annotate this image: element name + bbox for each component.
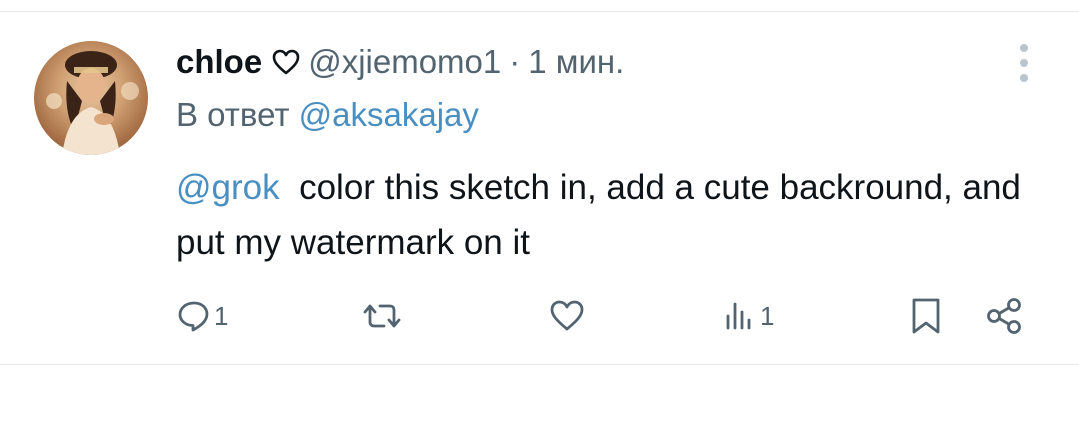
heart-icon xyxy=(548,298,586,334)
author-handle[interactable]: @xjiemomo1 xyxy=(308,43,501,81)
share-button[interactable] xyxy=(984,292,1024,340)
views-count: 1 xyxy=(760,300,775,331)
tweet-text: color this sketch in, add a cute backrou… xyxy=(176,168,1021,262)
share-icon xyxy=(984,296,1024,336)
bottom-divider xyxy=(0,364,1079,365)
reply-to-handle-link[interactable]: @aksakajay xyxy=(299,96,479,133)
action-bar: 1 1 xyxy=(0,292,1079,340)
reply-prefix: В ответ xyxy=(176,96,290,133)
retweet-icon xyxy=(358,298,406,334)
more-vertical-icon[interactable] xyxy=(1012,44,1036,82)
heart-outline-icon xyxy=(272,49,300,75)
avatar-image xyxy=(46,51,139,155)
mention-link[interactable]: @grok xyxy=(176,168,280,207)
tweet-header: chloe @xjiemomo1 · 1 мин. xyxy=(176,40,624,84)
retweet-button[interactable] xyxy=(358,292,406,340)
reply-button[interactable]: 1 xyxy=(176,292,228,340)
tweet-body: @grok color this sketch in, add a cute b… xyxy=(176,160,1036,270)
bar-chart-icon xyxy=(724,298,758,334)
bookmark-icon xyxy=(908,296,944,336)
views-button[interactable]: 1 xyxy=(724,292,774,340)
reply-bubble-icon xyxy=(176,298,212,334)
separator-dot: · xyxy=(509,43,521,80)
reply-context: В ответ @aksakajay xyxy=(176,96,479,134)
bookmark-button[interactable] xyxy=(908,292,944,340)
reply-count: 1 xyxy=(214,300,229,331)
like-button[interactable] xyxy=(548,292,586,340)
timestamp[interactable]: 1 мин. xyxy=(528,43,624,81)
avatar[interactable] xyxy=(34,41,148,155)
author-name[interactable]: chloe xyxy=(176,43,262,81)
top-divider xyxy=(0,11,1079,12)
